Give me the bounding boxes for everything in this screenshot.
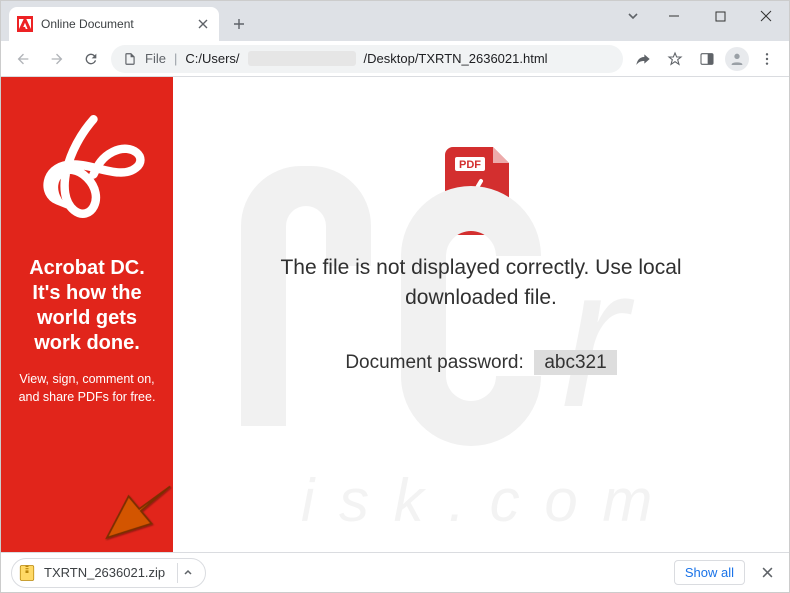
redacted-segment: xxxxxxxx bbox=[248, 51, 356, 66]
password-value: abc321 bbox=[534, 350, 616, 375]
show-all-button[interactable]: Show all bbox=[674, 560, 745, 585]
profile-avatar[interactable] bbox=[725, 47, 749, 71]
zip-file-icon bbox=[18, 564, 36, 582]
close-window-button[interactable] bbox=[743, 1, 789, 31]
svg-text:PDF: PDF bbox=[459, 159, 481, 171]
annotation-arrow-icon bbox=[91, 470, 181, 560]
adobe-sidebar: Acrobat DC. It's how the world gets work… bbox=[1, 77, 173, 554]
close-shelf-button[interactable] bbox=[755, 561, 779, 585]
url-scheme: File bbox=[145, 51, 166, 66]
reload-button[interactable] bbox=[77, 45, 105, 73]
new-tab-button[interactable] bbox=[225, 10, 253, 38]
url-path-suffix: /Desktop/TXRTN_2636021.html bbox=[364, 51, 548, 66]
back-button[interactable] bbox=[9, 45, 37, 73]
download-item[interactable]: TXRTN_2636021.zip bbox=[11, 558, 206, 588]
page-content: Acrobat DC. It's how the world gets work… bbox=[1, 77, 789, 554]
side-panel-icon[interactable] bbox=[693, 45, 721, 73]
bookmark-icon[interactable] bbox=[661, 45, 689, 73]
menu-icon[interactable] bbox=[753, 45, 781, 73]
window-controls bbox=[651, 1, 789, 31]
url-path-prefix: C:/Users/ bbox=[185, 51, 239, 66]
acrobat-swirl-icon bbox=[22, 103, 152, 233]
tab-list-button[interactable] bbox=[627, 9, 639, 27]
document-area: r i s k . c o m PDF The file is not disp… bbox=[173, 77, 789, 554]
forward-button[interactable] bbox=[43, 45, 71, 73]
adobe-logo-icon bbox=[17, 16, 33, 32]
svg-text:i s k . c o m: i s k . c o m bbox=[301, 467, 656, 526]
close-icon[interactable] bbox=[195, 16, 211, 32]
share-icon[interactable] bbox=[629, 45, 657, 73]
maximize-button[interactable] bbox=[697, 1, 743, 31]
browser-tab[interactable]: Online Document bbox=[9, 7, 219, 41]
download-menu-button[interactable] bbox=[177, 563, 197, 583]
tab-title: Online Document bbox=[41, 17, 187, 31]
browser-toolbar: File | C:/Users/xxxxxxxx/Desktop/TXRTN_2… bbox=[1, 41, 789, 77]
error-message: The file is not displayed correctly. Use… bbox=[241, 253, 721, 314]
password-label: Document password: bbox=[345, 352, 523, 373]
sidebar-headline: Acrobat DC. It's how the world gets work… bbox=[13, 256, 161, 356]
pdf-file-icon: PDF bbox=[445, 147, 517, 235]
browser-titlebar: Online Document bbox=[1, 1, 789, 41]
password-row: Document password: abc321 bbox=[345, 352, 616, 374]
minimize-button[interactable] bbox=[651, 1, 697, 31]
address-bar[interactable]: File | C:/Users/xxxxxxxx/Desktop/TXRTN_2… bbox=[111, 45, 623, 73]
download-shelf: TXRTN_2636021.zip Show all bbox=[1, 552, 789, 592]
file-icon bbox=[123, 52, 137, 66]
download-filename: TXRTN_2636021.zip bbox=[44, 565, 165, 580]
sidebar-subtext: View, sign, comment on, and share PDFs f… bbox=[13, 370, 161, 406]
